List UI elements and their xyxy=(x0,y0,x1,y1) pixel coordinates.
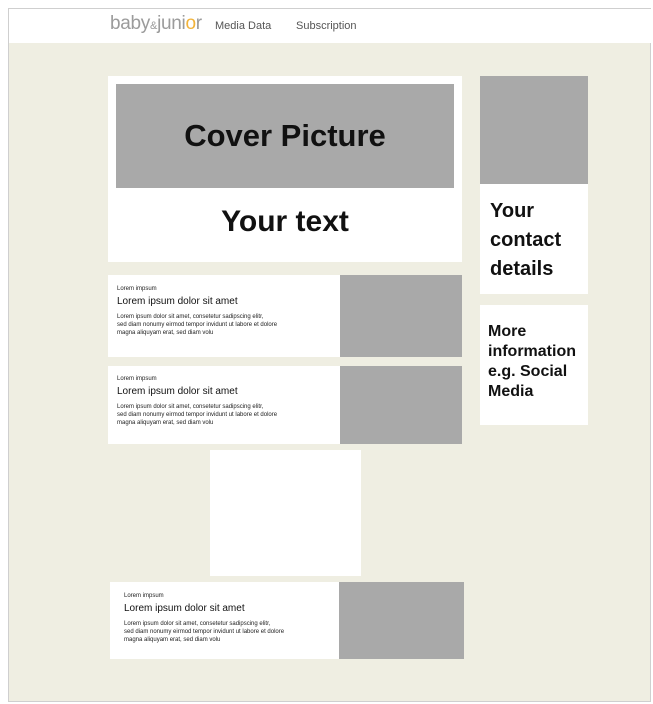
babyjunior-logo[interactable]: baby&junior xyxy=(110,13,202,35)
cover-picture-placeholder: Cover Picture xyxy=(116,84,454,188)
nav-subscription[interactable]: Subscription xyxy=(296,20,357,32)
cover-text-label: Your text xyxy=(221,205,349,238)
empty-content-block xyxy=(210,450,361,576)
logo-r: r xyxy=(195,13,202,34)
logo-juni: juni xyxy=(157,13,186,34)
contact-line: Your xyxy=(490,200,535,222)
more-line: information xyxy=(488,343,576,360)
more-information-text: More information e.g. Social Media xyxy=(488,322,586,402)
cover-picture-label: Cover Picture xyxy=(184,118,386,153)
logo-baby: baby xyxy=(110,13,151,34)
nav-media-data[interactable]: Media Data xyxy=(215,20,271,32)
contact-line: details xyxy=(490,258,554,280)
article-image-placeholder xyxy=(339,582,464,659)
article-image-placeholder xyxy=(340,275,462,357)
contact-details-text: Your contact details xyxy=(490,197,586,284)
more-line: More xyxy=(488,323,527,340)
more-line: Media xyxy=(488,383,534,400)
article-body: Lorem ipsum dolor sit amet, consetetur s… xyxy=(117,404,278,426)
more-line: e.g. Social xyxy=(488,363,568,380)
article-title[interactable]: Lorem ipsum dolor sit amet xyxy=(117,296,238,307)
article-body: Lorem ipsum dolor sit amet, consetetur s… xyxy=(117,314,278,336)
article-title[interactable]: Lorem ipsum dolor sit amet xyxy=(124,603,245,614)
contact-image-placeholder xyxy=(480,76,588,184)
article-body: Lorem ipsum dolor sit amet, consetetur s… xyxy=(124,621,285,643)
article-kicker: Lorem impsum xyxy=(117,286,157,292)
article-image-placeholder xyxy=(340,366,462,444)
article-title[interactable]: Lorem ipsum dolor sit amet xyxy=(117,386,238,397)
contact-line: contact xyxy=(490,229,562,251)
article-kicker: Lorem impsum xyxy=(117,376,157,382)
article-kicker: Lorem impsum xyxy=(124,593,164,599)
logo-ampersand: & xyxy=(150,20,158,32)
logo-accent-o: o xyxy=(185,13,196,34)
